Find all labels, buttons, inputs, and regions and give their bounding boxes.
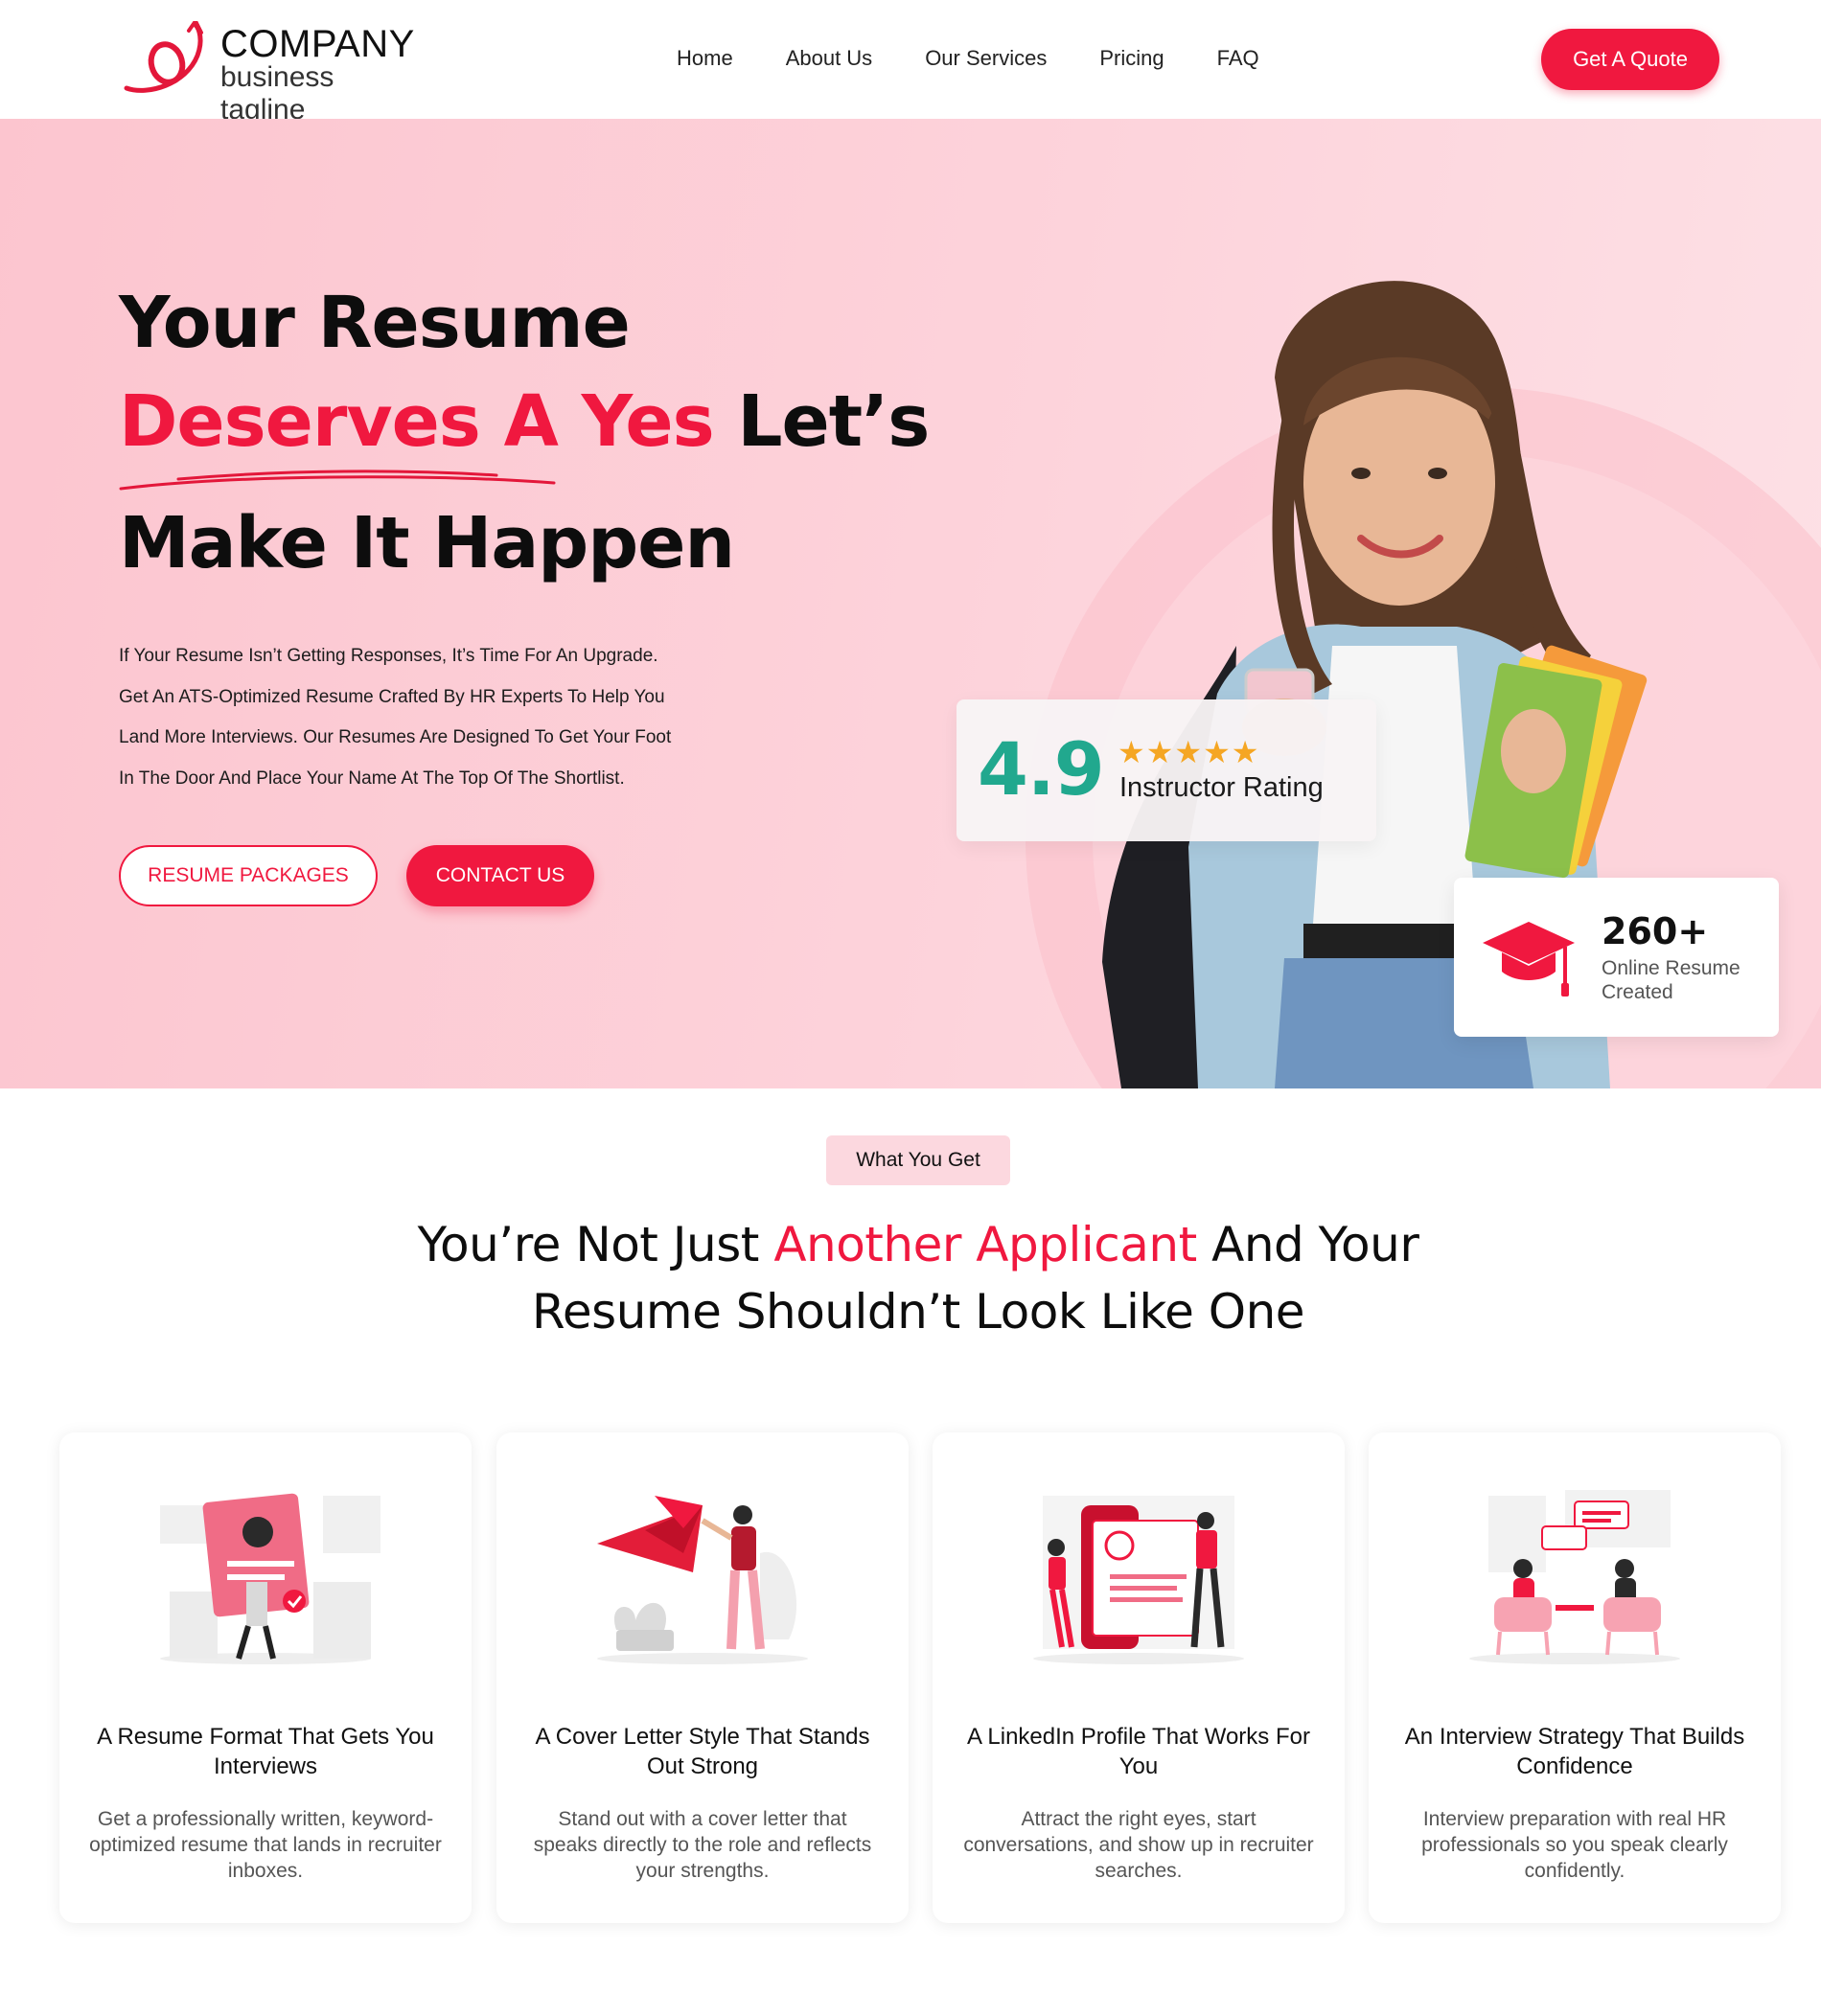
section-title-part2: And Your bbox=[1211, 1217, 1419, 1272]
instructor-rating-card: 4.9 ★★★★★ Instructor Rating bbox=[957, 699, 1376, 841]
nav-our-services[interactable]: Our Services bbox=[925, 44, 1047, 73]
section-title-line1: You’re Not Just Another Applicant And Yo… bbox=[0, 1217, 1821, 1272]
resume-count-card: 260+ Online Resume Created bbox=[1454, 878, 1779, 1037]
nav-pricing[interactable]: Pricing bbox=[1099, 44, 1164, 73]
feature-card-cover-letter[interactable]: A Cover Letter Style That Stands Out Str… bbox=[496, 1432, 909, 1923]
section-title-accent: Another Applicant bbox=[773, 1217, 1197, 1272]
resume-count-value: 260+ bbox=[1602, 910, 1709, 952]
main-nav: Home About Us Our Services Pricing FAQ bbox=[677, 44, 1312, 73]
nav-faq[interactable]: FAQ bbox=[1217, 44, 1259, 73]
feature-card-title: A LinkedIn Profile That Works For You bbox=[967, 1724, 1310, 1779]
hero-description-line: In The Door And Place Your Name At The T… bbox=[119, 767, 625, 789]
five-star-icon: ★★★★★ bbox=[1118, 735, 1260, 769]
hero-section: Your Resume Deserves A Yes Let’s Make It… bbox=[0, 119, 1821, 1088]
hero-description: If Your Resume Isn’t Getting Responses, … bbox=[119, 636, 713, 799]
section-title-line2: Resume Shouldn’t Look Like One bbox=[531, 1284, 1305, 1340]
hero-description-line: If Your Resume Isn’t Getting Responses, … bbox=[119, 646, 658, 666]
resume-illustration-icon bbox=[160, 1493, 380, 1664]
hero-title-line3: Make It Happen bbox=[119, 502, 735, 584]
logo-tagline: business tagline bbox=[220, 61, 334, 126]
rating-value: 4.9 bbox=[978, 726, 1105, 812]
paper-plane-illustration-icon bbox=[597, 1496, 808, 1664]
company-logo[interactable]: COMPANY business tagline bbox=[119, 21, 426, 126]
feature-card-resume[interactable]: A Resume Format That Gets You Interviews… bbox=[59, 1432, 472, 1923]
title-underline-decoration bbox=[119, 470, 556, 491]
nav-about-us[interactable]: About Us bbox=[786, 44, 873, 73]
feature-card-title: A Resume Format That Gets You Interviews bbox=[97, 1724, 434, 1779]
feature-card-title: An Interview Strategy That Builds Confid… bbox=[1404, 1724, 1745, 1779]
linkedin-profile-illustration-icon bbox=[1033, 1496, 1244, 1664]
feature-card-description: Attract the right eyes, start conversati… bbox=[963, 1808, 1314, 1882]
hero-title-accent: Deserves A Yes bbox=[119, 380, 715, 463]
contact-us-button[interactable]: CONTACT US bbox=[406, 845, 594, 906]
feature-card-linkedin[interactable]: A LinkedIn Profile That Works For You At… bbox=[933, 1432, 1345, 1923]
nav-home[interactable]: Home bbox=[677, 44, 733, 73]
site-header: COMPANY business tagline Home About Us O… bbox=[0, 0, 1821, 126]
feature-card-description: Get a professionally written, keyword-op… bbox=[89, 1808, 442, 1882]
rating-label: Instructor Rating bbox=[1119, 772, 1324, 803]
resume-packages-button[interactable]: RESUME PACKAGES bbox=[119, 845, 378, 906]
hero-title-line1: Your Resume bbox=[119, 282, 631, 364]
hero-description-line: Get An ATS-Optimized Resume Crafted By H… bbox=[119, 686, 665, 707]
logo-swirl-icon bbox=[124, 21, 203, 93]
graduation-cap-icon bbox=[1483, 922, 1575, 997]
interview-illustration-icon bbox=[1469, 1490, 1680, 1664]
section-title-part1: You’re Not Just bbox=[417, 1217, 760, 1272]
get-a-quote-button[interactable]: Get A Quote bbox=[1541, 29, 1719, 90]
feature-card-description: Interview preparation with real HR profe… bbox=[1421, 1808, 1728, 1882]
resume-count-label: Online Resume Created bbox=[1602, 957, 1740, 1003]
logo-company-name: COMPANY bbox=[220, 23, 415, 65]
hero-title-line2: Deserves A Yes Let’s bbox=[119, 380, 930, 463]
feature-card-title: A Cover Letter Style That Stands Out Str… bbox=[535, 1724, 870, 1779]
feature-card-interview[interactable]: An Interview Strategy That Builds Confid… bbox=[1369, 1432, 1781, 1923]
hero-description-line: Land More Interviews. Our Resumes Are De… bbox=[119, 727, 672, 747]
section-badge: What You Get bbox=[826, 1135, 1010, 1185]
feature-card-description: Stand out with a cover letter that speak… bbox=[533, 1808, 872, 1882]
hero-title-line2-rest: Let’s bbox=[737, 380, 930, 463]
